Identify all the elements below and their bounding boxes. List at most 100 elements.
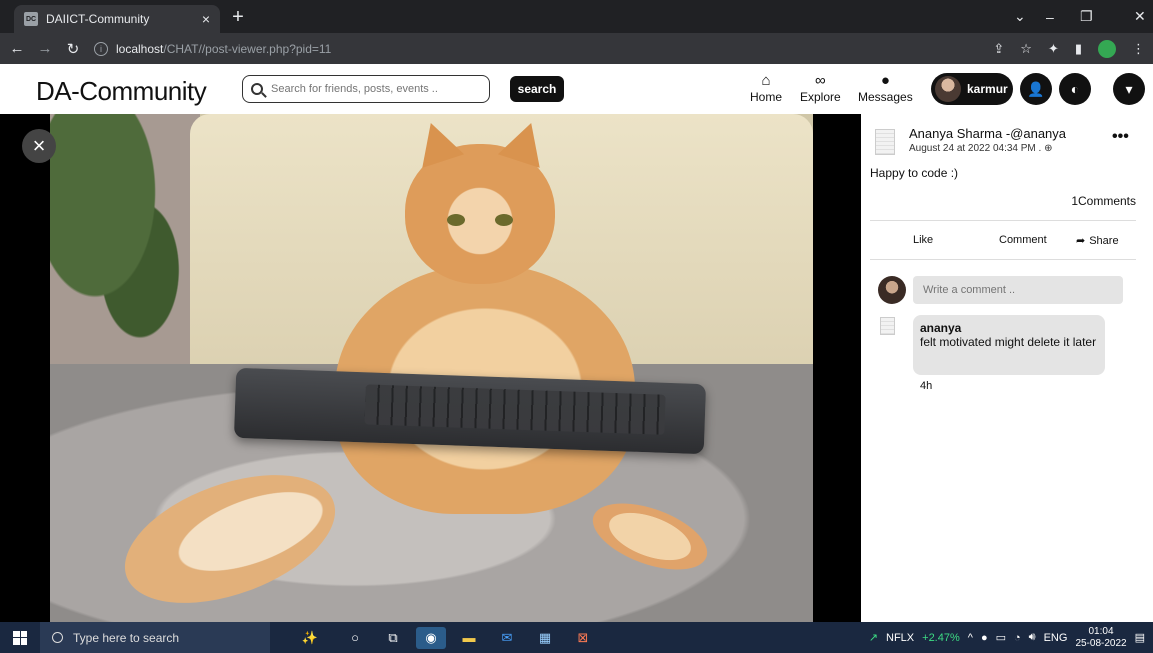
- clock-time: 01:04: [1088, 625, 1114, 637]
- post-date: August 24 at 2022 04:34 PM . ⊕: [909, 143, 1053, 154]
- tab-search-dropdown-icon[interactable]: ⌄: [1014, 0, 1026, 33]
- chrome-taskbar-icon[interactable]: ◉: [416, 626, 446, 649]
- search-icon: [251, 83, 263, 95]
- restore-button[interactable]: ❐: [1080, 0, 1093, 33]
- photo-cat-head: [405, 116, 555, 284]
- image-viewer: ×: [0, 114, 861, 622]
- news-widget-icon[interactable]: ✨: [288, 627, 332, 649]
- commenter-avatar[interactable]: [880, 317, 895, 335]
- toolbar-icons: ⇪ ☆ ✦ ▮ ⋮: [993, 33, 1145, 64]
- taskbar-search-placeholder: Type here to search: [73, 630, 180, 645]
- bookmark-star-icon[interactable]: ☆: [1020, 41, 1032, 57]
- nav-home[interactable]: ⌂ Home: [750, 72, 782, 104]
- mail-icon[interactable]: ✉: [492, 627, 522, 649]
- search-button[interactable]: search: [510, 76, 564, 102]
- like-label: Like: [913, 234, 934, 246]
- search-input[interactable]: [271, 83, 481, 95]
- calendar-icon[interactable]: ▦: [530, 627, 560, 649]
- cortana-icon[interactable]: ○: [340, 627, 370, 649]
- divider: [870, 220, 1136, 221]
- file-explorer-icon[interactable]: ▬: [454, 627, 484, 649]
- side-panel-icon[interactable]: ▮: [1075, 41, 1082, 57]
- app-tray-icon[interactable]: ●: [981, 632, 988, 644]
- nav-explore[interactable]: ∞ Explore: [800, 72, 841, 104]
- browser-menu-icon[interactable]: ⋮: [1132, 41, 1145, 57]
- url-path: /CHAT//post-viewer.php?pid=11: [163, 41, 332, 56]
- author-avatar[interactable]: [875, 129, 895, 155]
- browser-toolbar: ← → ↻ i localhost /CHAT//post-viewer.php…: [0, 33, 1153, 64]
- post-text: Happy to code :): [870, 166, 959, 180]
- comment-bubble: ananya felt motivated might delete it la…: [913, 315, 1105, 375]
- battery-icon[interactable]: ▭: [996, 631, 1006, 644]
- comment-count[interactable]: 1Comments: [1071, 194, 1136, 208]
- site-favicon-icon: DC: [24, 12, 38, 26]
- photo-plant: [50, 114, 200, 374]
- post-image: [50, 114, 813, 622]
- photo-keyboard-keys: [364, 384, 666, 435]
- nav-explore-label: Explore: [800, 90, 841, 104]
- url-host: localhost: [116, 41, 164, 56]
- comment-time: 4h: [920, 380, 933, 392]
- windows-logo-icon: [13, 630, 27, 645]
- site-info-icon[interactable]: i: [94, 41, 108, 56]
- user-profile-pill[interactable]: karmur: [931, 73, 1013, 105]
- system-tray: ↗ NFLX +2.47% ^ ● ▭ ◔ 🔊︎ ENG 01:04 25-08…: [869, 622, 1145, 653]
- stock-change: +2.47%: [922, 631, 960, 644]
- address-bar[interactable]: i localhost /CHAT//post-viewer.php?pid=1…: [94, 38, 1014, 60]
- user-avatar: [935, 76, 961, 102]
- profile-avatar-icon[interactable]: [1098, 39, 1116, 58]
- search-box: [242, 75, 490, 103]
- extensions-puzzle-icon[interactable]: ✦: [1048, 41, 1059, 57]
- search-icon: [52, 632, 63, 643]
- post-options-icon[interactable]: •••: [1112, 128, 1129, 146]
- start-button[interactable]: [0, 630, 40, 645]
- account-menu-dropdown-icon[interactable]: ▾: [1113, 73, 1145, 105]
- share-button[interactable]: ➦ Share: [1076, 234, 1119, 248]
- tab-title: DAIICT-Community: [46, 12, 150, 26]
- language-indicator[interactable]: ENG: [1044, 632, 1068, 644]
- chat-icon: ●: [880, 72, 890, 89]
- tab-close-icon[interactable]: ×: [202, 11, 210, 27]
- share-label: Share: [1089, 234, 1119, 247]
- forward-arrow-icon[interactable]: →: [34, 40, 56, 57]
- show-hidden-icons-icon[interactable]: ^: [968, 632, 973, 644]
- comment-button[interactable]: Comment: [999, 234, 1047, 246]
- back-arrow-icon[interactable]: ←: [6, 40, 28, 57]
- comment-text: felt motivated might delete it later: [920, 335, 1097, 349]
- share-page-icon[interactable]: ⇪: [993, 41, 1004, 57]
- stock-ticker[interactable]: NFLX: [886, 632, 914, 644]
- xampp-icon[interactable]: ⊠: [568, 627, 598, 649]
- close-viewer-button[interactable]: ×: [22, 129, 56, 163]
- nav-messages[interactable]: ● Messages: [858, 72, 913, 104]
- friends-icon[interactable]: 👤: [1020, 73, 1052, 105]
- post-date-text: August 24 at 2022 04:34 PM .: [909, 143, 1042, 154]
- browser-tab[interactable]: DC DAIICT-Community ×: [14, 5, 220, 33]
- stock-trend-icon: ↗: [868, 632, 879, 644]
- window-close-button[interactable]: ✕: [1134, 0, 1146, 33]
- share-icon: ➦: [1076, 235, 1086, 247]
- nav-home-label: Home: [750, 90, 783, 104]
- comment-author[interactable]: ananya: [920, 321, 1098, 335]
- taskbar-search[interactable]: Type here to search: [40, 622, 270, 653]
- minimize-button[interactable]: –: [1046, 0, 1054, 33]
- like-button[interactable]: Like: [913, 234, 933, 246]
- wifi-icon[interactable]: ◔: [1014, 632, 1021, 644]
- comment-label: Comment: [999, 234, 1047, 246]
- app-header: DA-Community search ⌂ Home ∞ Explore ● M…: [0, 64, 1153, 114]
- post-author[interactable]: Ananya Sharma -@ananya: [909, 126, 1066, 141]
- messenger-icon[interactable]: ◐: [1059, 73, 1091, 105]
- comment-input[interactable]: [913, 276, 1123, 304]
- notifications-icon[interactable]: ▤: [1135, 631, 1145, 644]
- clock[interactable]: 01:04 25-08-2022: [1075, 626, 1126, 650]
- task-view-icon[interactable]: ⧉: [378, 627, 408, 649]
- globe-icon: ⊕: [1044, 143, 1053, 154]
- windows-taskbar: Type here to search ✨ ○ ⧉ ◉ ▬ ✉ ▦ ⊠ ↗ NF…: [0, 622, 1153, 653]
- nav-messages-label: Messages: [858, 90, 913, 104]
- reload-icon[interactable]: ↻: [62, 40, 84, 58]
- new-tab-button[interactable]: +: [228, 6, 248, 28]
- user-name: karmur: [967, 82, 1008, 96]
- photo-cat-eye-left: [447, 214, 465, 226]
- browser-tab-strip: DC DAIICT-Community × + ⌄ – ❐ ✕: [0, 0, 1153, 33]
- site-logo[interactable]: DA-Community: [36, 76, 207, 107]
- volume-icon[interactable]: 🔊︎: [1029, 631, 1036, 644]
